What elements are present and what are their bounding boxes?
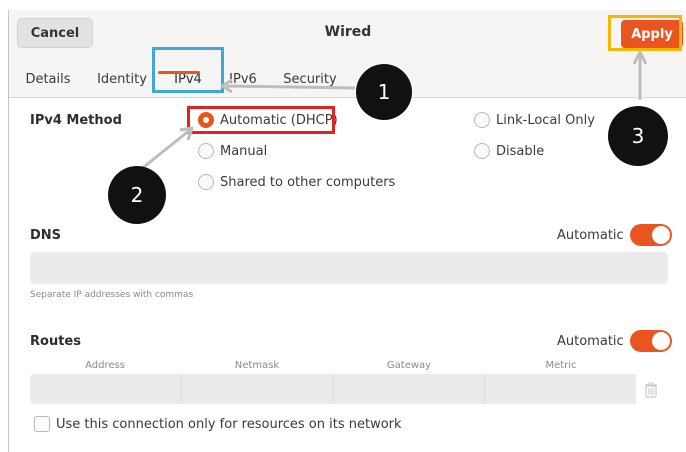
dialog-header: Cancel Wired Apply Details Identity IPv4… [9, 10, 686, 98]
tab-bar: Details Identity IPv4 IPv6 Security [9, 60, 686, 98]
radio-label: Disable [496, 143, 545, 159]
tab-highlight-box [152, 47, 224, 93]
column-header-gateway: Gateway [386, 360, 432, 371]
radio-icon [198, 174, 214, 190]
column-header-netmask: Netmask [234, 360, 280, 371]
trash-icon[interactable] [644, 382, 658, 398]
checkbox-icon[interactable] [34, 416, 50, 432]
route-address-input[interactable] [30, 374, 182, 404]
switch-knob [651, 332, 670, 350]
tab-security[interactable]: Security [279, 60, 341, 98]
radio-shared[interactable]: Shared to other computers [198, 174, 395, 190]
radio-disable[interactable]: Disable [474, 143, 544, 159]
radio-label: Shared to other computers [220, 174, 396, 190]
radio-icon [474, 112, 490, 128]
callout-3: 3 [608, 106, 668, 166]
dhcp-highlight-box [187, 106, 335, 134]
ipv4-method-label: IPv4 Method [30, 113, 122, 128]
radio-icon [198, 143, 214, 159]
radio-manual[interactable]: Manual [198, 143, 267, 159]
only-local-resources-checkbox-row[interactable]: Use this connection only for resources o… [34, 416, 402, 432]
radio-icon [474, 143, 490, 159]
tab-identity[interactable]: Identity [91, 60, 153, 98]
dns-label: DNS [30, 228, 62, 243]
route-entry-row [30, 374, 636, 404]
dns-automatic-switch[interactable] [629, 224, 672, 246]
switch-knob [651, 226, 670, 244]
tab-details[interactable]: Details [21, 60, 75, 98]
radio-label: Manual [220, 143, 268, 159]
column-header-metric: Metric [545, 360, 577, 371]
routes-automatic-switch[interactable] [629, 330, 672, 352]
route-netmask-input[interactable] [181, 374, 334, 404]
routes-automatic-label: Automatic [557, 333, 624, 349]
only-local-resources-label: Use this connection only for resources o… [56, 416, 402, 432]
dns-input[interactable] [30, 252, 668, 284]
dns-automatic-label: Automatic [557, 227, 624, 243]
route-metric-input[interactable] [485, 374, 636, 404]
callout-2: 2 [108, 166, 166, 224]
apply-highlight-box [608, 15, 682, 51]
dialog-title: Wired [324, 24, 372, 40]
radio-label: Link-Local Only [496, 112, 595, 128]
tab-ipv6[interactable]: IPv6 [223, 60, 263, 98]
route-gateway-input[interactable] [333, 374, 486, 404]
routes-automatic-row: Automatic [557, 330, 672, 352]
dns-automatic-row: Automatic [557, 224, 672, 246]
callout-1: 1 [356, 64, 412, 120]
column-header-address: Address [85, 360, 125, 371]
routes-label: Routes [30, 334, 81, 349]
radio-link-local[interactable]: Link-Local Only [474, 112, 595, 128]
dns-hint: Separate IP addresses with commas [30, 290, 194, 300]
